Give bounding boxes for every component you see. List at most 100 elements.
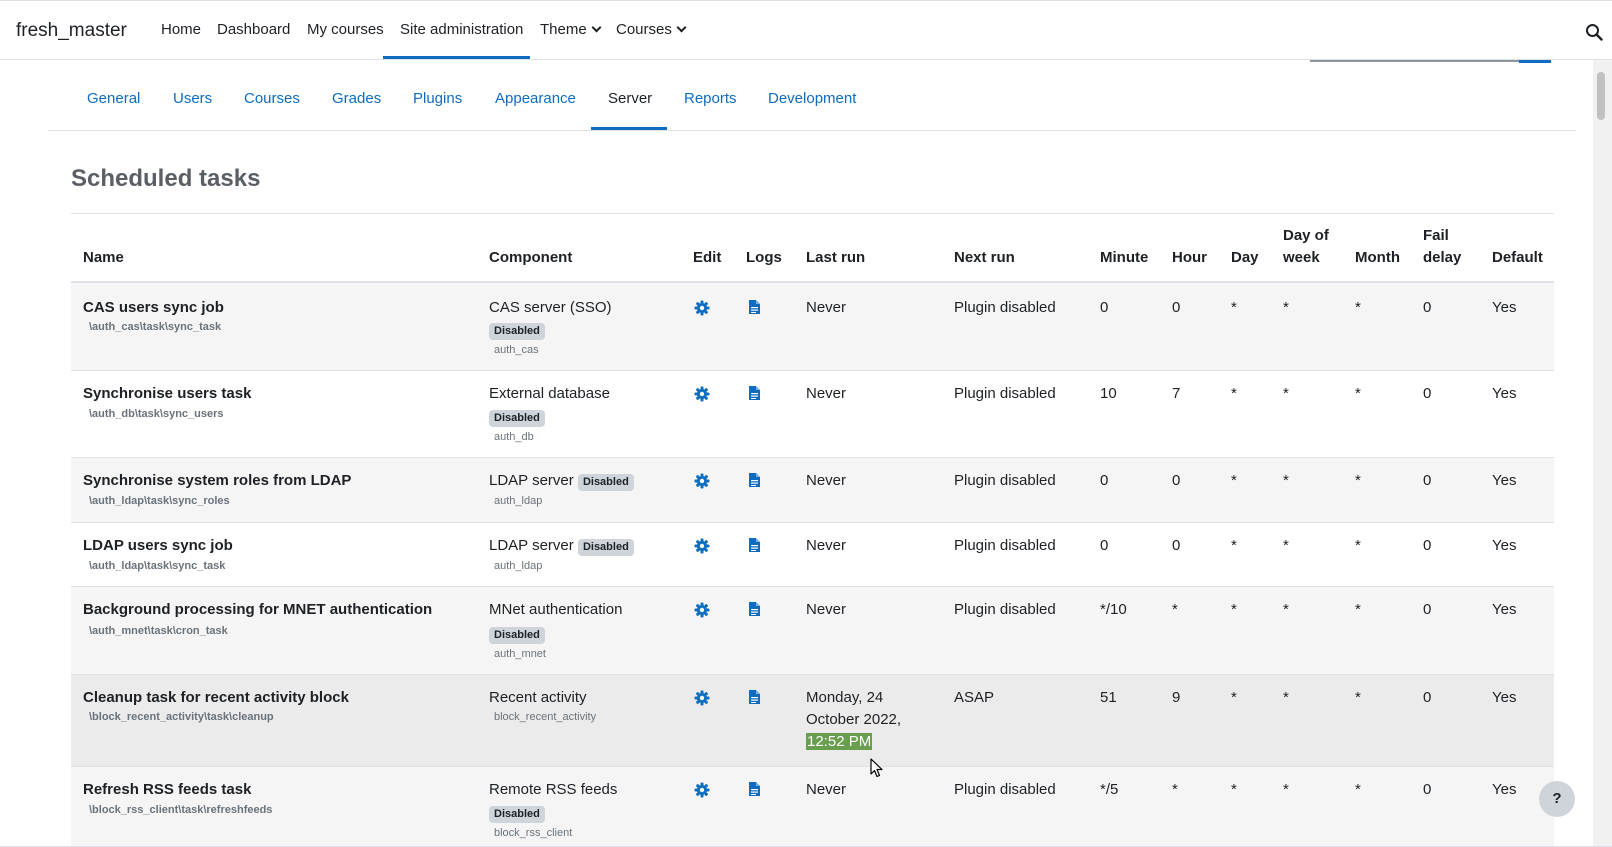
header-component[interactable]: Component <box>489 247 572 269</box>
header-default: Default <box>1492 249 1543 266</box>
disabled-badge: Disabled <box>489 410 545 427</box>
task-component: External database <box>489 385 610 402</box>
component-code: block_recent_activity <box>494 711 597 723</box>
next-run: Plugin disabled <box>954 601 1056 618</box>
component-code: auth_ldap <box>494 560 543 572</box>
nav-active-indicator <box>383 56 530 59</box>
help-button[interactable]: ? <box>1539 781 1575 817</box>
gear-icon[interactable] <box>694 538 710 554</box>
next-run: Plugin disabled <box>954 299 1056 316</box>
task-name: Synchronise system roles from LDAP <box>83 472 352 489</box>
month-value: * <box>1355 537 1361 554</box>
next-run: Plugin disabled <box>954 537 1056 554</box>
top-navbar: fresh_master Home Dashboard My courses S… <box>0 0 1612 60</box>
header-day-of-week: Day of week <box>1283 225 1329 269</box>
hour-value: * <box>1172 601 1178 618</box>
file-log-icon[interactable] <box>746 601 762 617</box>
disabled-badge: Disabled <box>489 806 545 823</box>
header-logs: Logs <box>746 249 782 266</box>
month-value: * <box>1355 299 1361 316</box>
fail-delay-value: 0 <box>1423 689 1432 706</box>
header-day: Day <box>1231 249 1259 266</box>
tab-courses[interactable]: Courses <box>244 90 300 107</box>
tab-users[interactable]: Users <box>173 90 212 107</box>
scrollbar-thumb[interactable] <box>1597 72 1605 120</box>
component-code: auth_mnet <box>494 648 546 660</box>
last-run: Never <box>806 299 847 316</box>
site-brand[interactable]: fresh_master <box>16 20 127 42</box>
gear-icon[interactable] <box>694 690 710 706</box>
task-name: LDAP users sync job <box>83 537 233 554</box>
gear-icon[interactable] <box>694 602 710 618</box>
chevron-down-icon <box>591 22 602 33</box>
next-run: Plugin disabled <box>954 472 1056 489</box>
task-classname: \block_rss_client\task\refreshfeeds <box>89 804 273 816</box>
task-classname: \block_recent_activity\task\cleanup <box>89 711 274 723</box>
header-month: Month <box>1355 249 1400 266</box>
selected-text: 12:52 PM <box>806 733 873 750</box>
nav-home[interactable]: Home <box>161 21 201 38</box>
file-log-icon[interactable] <box>746 781 762 797</box>
gear-icon[interactable] <box>694 386 710 402</box>
task-component: Recent activity <box>489 689 587 706</box>
default-value: Yes <box>1492 781 1517 798</box>
header-name[interactable]: Name <box>83 247 124 269</box>
gear-icon[interactable] <box>694 300 710 316</box>
header-fail-delay-line1: Fail <box>1423 227 1449 244</box>
month-value: * <box>1355 472 1361 489</box>
tab-plugins[interactable]: Plugins <box>413 90 462 107</box>
nav-courses[interactable]: Courses <box>616 21 687 38</box>
hour-value: 0 <box>1172 472 1181 489</box>
nav-site-administration[interactable]: Site administration <box>400 21 523 38</box>
last-run-line2: October 2022, <box>806 711 902 728</box>
task-name: CAS users sync job <box>83 299 224 316</box>
admin-search-button-edge <box>1519 60 1551 63</box>
gear-icon[interactable] <box>694 473 710 489</box>
minute-value: 0 <box>1100 299 1109 316</box>
day-value: * <box>1231 781 1237 798</box>
file-log-icon[interactable] <box>746 385 762 401</box>
file-log-icon[interactable] <box>746 689 762 705</box>
title-divider <box>71 213 1554 214</box>
tab-server[interactable]: Server <box>608 90 652 107</box>
header-day-of-week-line1: Day of <box>1283 227 1329 244</box>
header-minute: Minute <box>1100 249 1149 266</box>
header-day-of-week-line2: week <box>1283 249 1320 266</box>
nav-courses-label: Courses <box>616 21 672 38</box>
header-hour: Hour <box>1172 249 1207 266</box>
day-value: * <box>1231 689 1237 706</box>
search-icon[interactable] <box>1585 23 1603 41</box>
tab-development[interactable]: Development <box>768 90 856 107</box>
task-component: CAS server (SSO) <box>489 299 612 316</box>
tab-appearance[interactable]: Appearance <box>495 90 576 107</box>
last-run: Never <box>806 472 847 489</box>
task-classname: \auth_ldap\task\sync_task <box>89 560 226 572</box>
day-of-week-value: * <box>1283 299 1289 316</box>
file-log-icon[interactable] <box>746 472 762 488</box>
last-run-line1: Monday, 24 <box>806 689 884 706</box>
component-code: block_rss_client <box>494 827 573 839</box>
disabled-badge: Disabled <box>577 539 634 556</box>
page-scrollbar[interactable] <box>1593 60 1612 847</box>
header-fail-delay: Fail delay <box>1423 225 1461 269</box>
chevron-down-icon <box>676 22 687 33</box>
nav-dashboard[interactable]: Dashboard <box>217 21 290 38</box>
tab-general[interactable]: General <box>87 90 140 107</box>
file-log-icon[interactable] <box>746 537 762 553</box>
fail-delay-value: 0 <box>1423 781 1432 798</box>
day-value: * <box>1231 601 1237 618</box>
month-value: * <box>1355 781 1361 798</box>
month-value: * <box>1355 689 1361 706</box>
task-name: Refresh RSS feeds task <box>83 781 252 798</box>
task-component: Remote RSS feeds <box>489 781 618 798</box>
tab-grades[interactable]: Grades <box>332 90 381 107</box>
default-value: Yes <box>1492 472 1517 489</box>
file-log-icon[interactable] <box>746 299 762 315</box>
nav-my-courses[interactable]: My courses <box>307 21 384 38</box>
nav-theme[interactable]: Theme <box>540 21 602 38</box>
minute-value: */5 <box>1100 781 1119 798</box>
gear-icon[interactable] <box>694 782 710 798</box>
tab-reports[interactable]: Reports <box>684 90 737 107</box>
task-component: MNet authentication <box>489 601 623 618</box>
task-name: Synchronise users task <box>83 385 252 402</box>
